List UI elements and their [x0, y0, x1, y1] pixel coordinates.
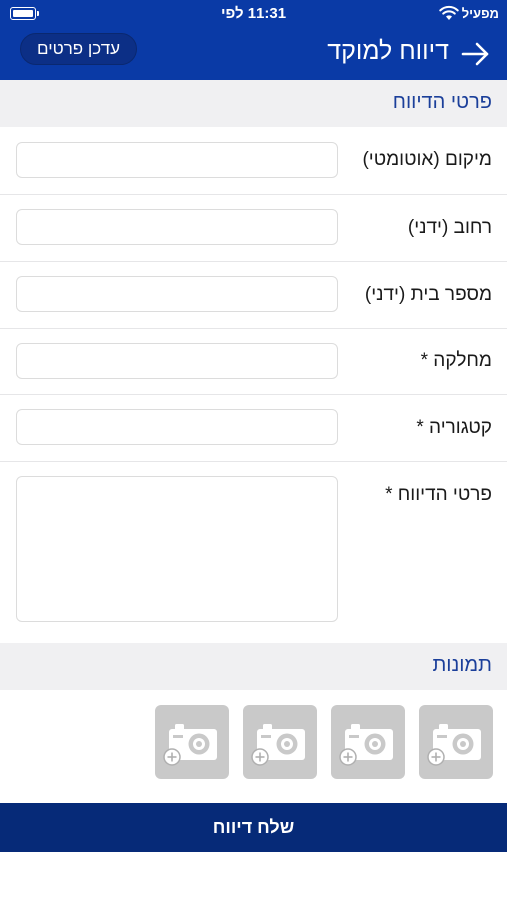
details-textarea[interactable] [16, 476, 338, 622]
section-title: תמונות [432, 654, 492, 676]
add-photo-camera-icon [251, 724, 305, 766]
photos-row [0, 690, 507, 802]
house-number-input[interactable] [16, 276, 338, 312]
department-input[interactable] [16, 343, 338, 379]
street-row: רחוב (ידני) [0, 195, 507, 262]
bottom-area [0, 852, 507, 900]
location-label: מיקום (אוטומטי) [362, 149, 492, 170]
submit-report-button[interactable]: שלח דיווח [0, 803, 507, 852]
battery-icon [10, 7, 39, 20]
nav-bar: דיווח למוקד עדכן פרטים [0, 28, 507, 80]
add-photo-camera-icon [163, 724, 217, 766]
photos-section-header: תמונות [0, 643, 507, 690]
department-label: מחלקה * [420, 350, 492, 371]
add-photo-camera-icon [339, 724, 393, 766]
add-photo-slot[interactable] [419, 705, 493, 779]
details-row: פרטי הדיווח * [0, 462, 507, 643]
details-label: פרטי הדיווח * [385, 484, 492, 505]
page-title: דיווח למוקד [327, 37, 449, 65]
status-time: 11:31 לפי [220, 5, 287, 22]
category-label: קטגוריה * [416, 417, 492, 438]
location-input[interactable] [16, 142, 338, 178]
category-input[interactable] [16, 409, 338, 445]
status-bar: מפעיל 11:31 לפי [0, 0, 507, 28]
update-details-button[interactable]: עדכן פרטים [20, 33, 138, 65]
add-photo-camera-icon [427, 724, 481, 766]
add-photo-slot[interactable] [331, 705, 405, 779]
category-row: קטגוריה * [0, 395, 507, 462]
house-number-row: מספר בית (ידני) [0, 262, 507, 329]
report-details-section-header: פרטי הדיווח [0, 80, 507, 127]
department-row: מחלקה * [0, 329, 507, 395]
section-title: פרטי הדיווח [392, 91, 492, 113]
add-photo-slot[interactable] [155, 705, 229, 779]
back-arrow-icon[interactable] [459, 38, 491, 70]
street-input[interactable] [16, 209, 338, 245]
street-label: רחוב (ידני) [407, 217, 492, 238]
house-number-label: מספר בית (ידני) [364, 284, 492, 305]
add-photo-slot[interactable] [243, 705, 317, 779]
location-row: מיקום (אוטומטי) [0, 127, 507, 195]
